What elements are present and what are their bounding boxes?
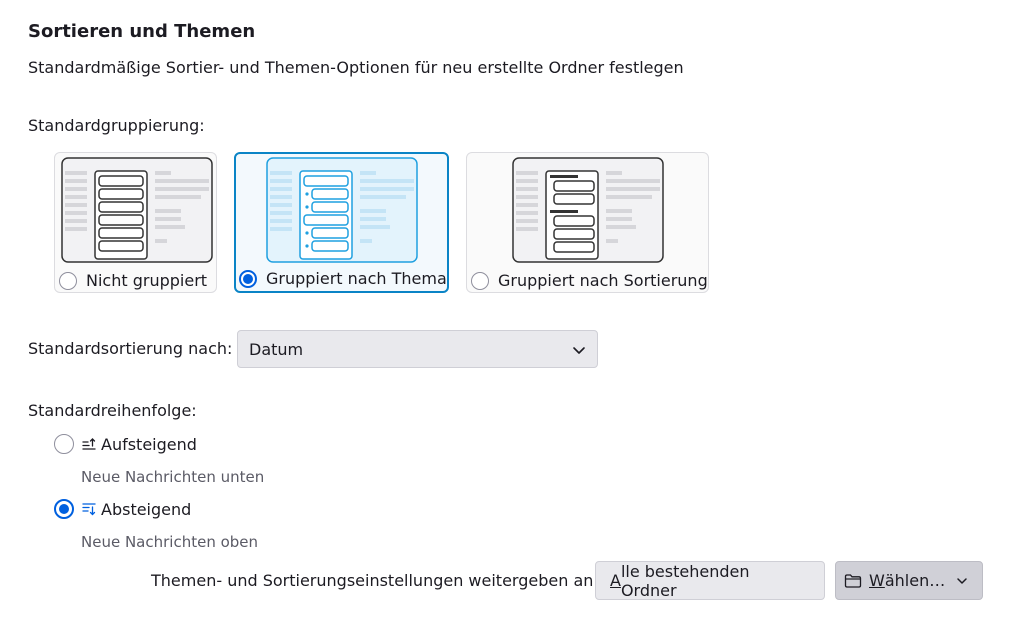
order-label: Standardreihenfolge: <box>28 401 197 420</box>
grouping-by-sort-label: Gruppiert nach Sortierung <box>498 271 708 290</box>
order-descending-radio[interactable] <box>54 499 74 519</box>
order-ascending-hint: Neue Nachrichten unten <box>81 468 265 486</box>
apply-all-folders-label: lle bestehenden Ordner <box>620 561 750 600</box>
choose-folder-button[interactable]: Wählen… <box>835 561 983 600</box>
grouping-ungrouped-label: Nicht gruppiert <box>86 271 208 290</box>
section-description: Standardmäßige Sortier- und Themen-Optio… <box>28 58 684 77</box>
chevron-down-icon <box>957 577 967 584</box>
order-descending-option[interactable]: Absteigend <box>54 499 191 519</box>
grouping-option-grouped-by-sort[interactable]: Gruppiert nach Sortierung <box>466 152 709 293</box>
grouped-by-sort-preview-icon <box>512 157 664 263</box>
grouping-ungrouped-radio[interactable] <box>59 271 77 290</box>
grouping-label: Standardgruppierung: <box>28 116 205 135</box>
apply-all-folders-accesskey: A <box>610 571 621 590</box>
sort-by-label: Standardsortierung nach: <box>28 339 233 358</box>
order-ascending-radio[interactable] <box>54 434 74 454</box>
choose-folder-label: ählen… <box>884 571 946 590</box>
folder-icon <box>844 573 862 588</box>
grouping-option-ungrouped[interactable]: Nicht gruppiert <box>54 152 217 293</box>
grouping-threaded-radio[interactable] <box>239 269 257 288</box>
sort-by-value: Datum <box>249 339 304 359</box>
grouping-threaded-label: Gruppiert nach Thema <box>266 269 447 288</box>
sort-descending-icon <box>82 503 96 516</box>
order-descending-hint: Neue Nachrichten oben <box>81 533 259 551</box>
order-ascending-option[interactable]: Aufsteigend <box>54 434 197 454</box>
section-title: Sortieren und Themen <box>28 21 256 42</box>
chevron-down-icon <box>573 347 585 354</box>
apply-all-folders-button[interactable]: Alle bestehenden Ordner <box>595 561 825 600</box>
grouping-by-sort-radio[interactable] <box>471 271 489 290</box>
order-ascending-label: Aufsteigend <box>101 434 197 454</box>
ungrouped-preview-icon <box>61 157 213 263</box>
sort-ascending-icon <box>82 438 96 450</box>
order-descending-label: Absteigend <box>101 499 192 519</box>
choose-folder-accesskey: W <box>869 571 885 590</box>
threaded-preview-icon <box>266 157 418 263</box>
grouping-option-threaded[interactable]: Gruppiert nach Thema <box>234 152 449 293</box>
sort-by-select[interactable]: Datum <box>237 330 598 368</box>
apply-settings-label: Themen- und Sortierungseinstellungen wei… <box>151 571 599 590</box>
